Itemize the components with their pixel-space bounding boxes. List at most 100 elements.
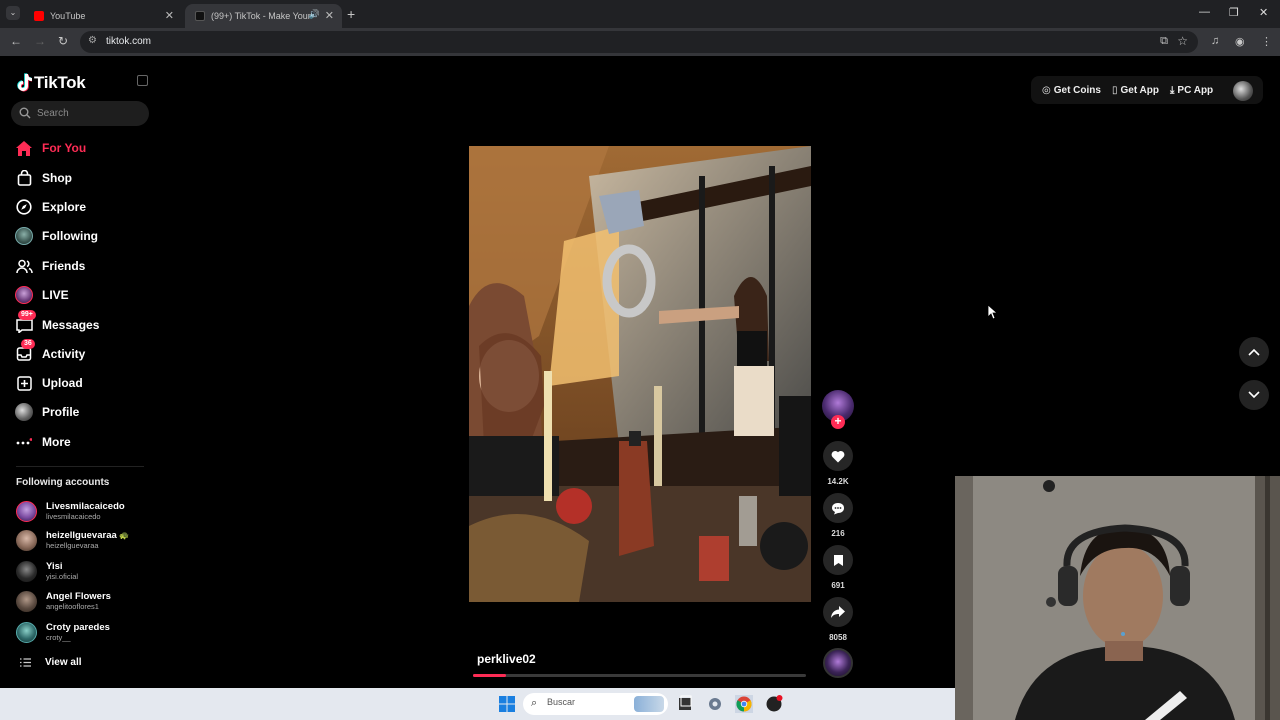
collapse-sidebar-icon[interactable] bbox=[137, 75, 148, 86]
account-handle: livesmilacaicedo bbox=[46, 512, 101, 521]
new-tab-button[interactable]: + bbox=[347, 6, 355, 22]
mouse-cursor-icon bbox=[988, 305, 998, 320]
account-icon[interactable]: ◉ bbox=[1235, 35, 1245, 48]
browser-tab-bar: ⌄ YouTube ✕ (99+) TikTok - Make Your Da … bbox=[0, 0, 1280, 28]
download-icon: ⤓ bbox=[1170, 84, 1175, 96]
coin-icon: ◎ bbox=[1042, 84, 1051, 96]
restore-button[interactable]: ❐ bbox=[1229, 6, 1239, 19]
get-coins-button[interactable]: ◎ Get Coins bbox=[1042, 85, 1101, 96]
media-control-icon[interactable]: ♫ bbox=[1211, 35, 1219, 47]
save-button[interactable] bbox=[823, 545, 853, 575]
tab-audio-icon[interactable]: 🔊 bbox=[309, 9, 320, 20]
following-account-item[interactable]: heizellguevaraa 🐢 heizellguevaraa bbox=[16, 528, 129, 552]
heart-icon bbox=[831, 450, 845, 462]
sidebar-divider bbox=[16, 466, 144, 467]
view-all-button[interactable]: View all bbox=[20, 657, 82, 668]
chevron-up-icon bbox=[1248, 348, 1260, 356]
bookmark-icon bbox=[833, 554, 843, 566]
nav-label: LIVE bbox=[42, 288, 69, 302]
comment-button[interactable] bbox=[823, 493, 853, 523]
nav-profile[interactable]: Profile bbox=[15, 401, 155, 423]
chevron-down-icon bbox=[1248, 391, 1260, 399]
chrome-icon[interactable] bbox=[735, 695, 753, 713]
tiktok-app-icon[interactable] bbox=[765, 695, 783, 713]
nav-messages[interactable]: 99+ Messages bbox=[15, 310, 155, 336]
avatar bbox=[16, 560, 37, 582]
nav-following[interactable]: Following bbox=[15, 225, 155, 247]
video-player[interactable] bbox=[469, 146, 811, 602]
account-handle: croty__ bbox=[46, 633, 71, 642]
browser-menu-icon[interactable]: ⋮ bbox=[1261, 35, 1272, 48]
tab-search-button[interactable]: ⌄ bbox=[6, 6, 20, 20]
close-tab-icon[interactable]: ✕ bbox=[325, 9, 334, 22]
tab-tiktok[interactable]: (99+) TikTok - Make Your Da 🔊 ✕ bbox=[185, 4, 342, 28]
nav-label: Messages bbox=[42, 318, 100, 332]
close-tab-icon[interactable]: ✕ bbox=[165, 9, 174, 22]
taskbar-search[interactable]: ⌕ bbox=[523, 693, 668, 715]
back-button[interactable]: ← bbox=[10, 34, 22, 48]
site-info-icon[interactable]: ⚙ bbox=[88, 35, 97, 46]
following-accounts-title: Following accounts bbox=[16, 477, 110, 488]
address-url[interactable]: tiktok.com bbox=[106, 36, 151, 47]
webcam-feed bbox=[955, 476, 1280, 720]
account-name: Angel Flowers bbox=[46, 591, 111, 602]
comment-count: 216 bbox=[831, 529, 845, 538]
search-box[interactable] bbox=[11, 101, 149, 126]
share-button[interactable] bbox=[823, 597, 853, 627]
next-video-button[interactable] bbox=[1239, 380, 1269, 410]
messages-icon: 99+ bbox=[15, 310, 36, 334]
avatar bbox=[16, 621, 37, 643]
address-bar[interactable]: ⚙ tiktok.com ⧉ ☆ bbox=[80, 31, 1198, 53]
nav-explore[interactable]: Explore bbox=[15, 196, 155, 218]
close-window-button[interactable]: ✕ bbox=[1259, 6, 1268, 19]
bookmark-star-icon[interactable]: ☆ bbox=[1177, 34, 1188, 48]
music-disc-icon[interactable] bbox=[823, 648, 853, 678]
settings-gear-icon[interactable] bbox=[706, 695, 724, 713]
taskbar-search-input[interactable] bbox=[547, 697, 627, 707]
nav-live[interactable]: LIVE bbox=[15, 284, 155, 306]
avatar bbox=[16, 529, 37, 551]
follow-plus-icon[interactable]: + bbox=[831, 415, 845, 429]
youtube-favicon-icon bbox=[34, 11, 44, 21]
nav-upload[interactable]: Upload bbox=[15, 372, 155, 394]
profile-avatar[interactable] bbox=[1233, 81, 1253, 101]
tab-youtube[interactable]: YouTube ✕ bbox=[24, 4, 182, 28]
video-progress-bar[interactable] bbox=[473, 674, 806, 677]
nav-activity[interactable]: 36 Activity bbox=[15, 339, 155, 365]
minimize-button[interactable]: — bbox=[1199, 6, 1210, 18]
task-view-icon[interactable] bbox=[676, 695, 694, 713]
nav-for-you[interactable]: For You bbox=[15, 137, 155, 159]
nav-label: Friends bbox=[42, 259, 86, 273]
following-account-item[interactable]: Yisi yisi.oficial bbox=[16, 559, 78, 583]
following-account-item[interactable]: Angel Flowers angelitooflores1 bbox=[16, 589, 111, 613]
nav-label: Upload bbox=[42, 376, 83, 390]
windows-taskbar: ⌕ bbox=[0, 688, 955, 720]
forward-button[interactable]: → bbox=[34, 34, 46, 48]
following-account-item[interactable]: Livesmilacaicedo livesmilacaicedo bbox=[16, 499, 125, 523]
tiktok-logo[interactable]: TikTok bbox=[16, 72, 86, 94]
get-app-button[interactable]: ▯ Get App bbox=[1112, 85, 1159, 96]
tiktok-favicon-icon bbox=[195, 11, 205, 21]
activity-badge: 36 bbox=[21, 339, 35, 349]
install-app-icon[interactable]: ⧉ bbox=[1160, 35, 1168, 48]
nav-label: More bbox=[42, 435, 71, 449]
webcam-overlay bbox=[955, 476, 1280, 720]
nav-friends[interactable]: Friends bbox=[15, 255, 155, 277]
nav-shop[interactable]: Shop bbox=[15, 167, 155, 189]
like-button[interactable] bbox=[823, 441, 853, 471]
nav-label: Explore bbox=[42, 200, 87, 214]
nav-more[interactable]: More bbox=[15, 431, 155, 453]
account-handle: yisi.oficial bbox=[46, 572, 79, 581]
windows-start-icon[interactable] bbox=[498, 695, 516, 713]
profile-avatar-icon bbox=[15, 403, 33, 421]
search-input[interactable] bbox=[37, 105, 142, 122]
turtle-emoji-icon: 🐢 bbox=[119, 531, 130, 540]
reload-button[interactable]: ↻ bbox=[58, 34, 68, 48]
following-account-item[interactable]: Croty paredes croty__ bbox=[16, 620, 110, 644]
nav-label: For You bbox=[42, 141, 87, 155]
get-app-label: Get App bbox=[1120, 84, 1159, 96]
video-author-username[interactable]: perklive02 bbox=[477, 652, 536, 666]
previous-video-button[interactable] bbox=[1239, 337, 1269, 367]
pc-app-button[interactable]: ⤓ PC App bbox=[1170, 85, 1213, 96]
nav-label: Profile bbox=[42, 405, 80, 419]
